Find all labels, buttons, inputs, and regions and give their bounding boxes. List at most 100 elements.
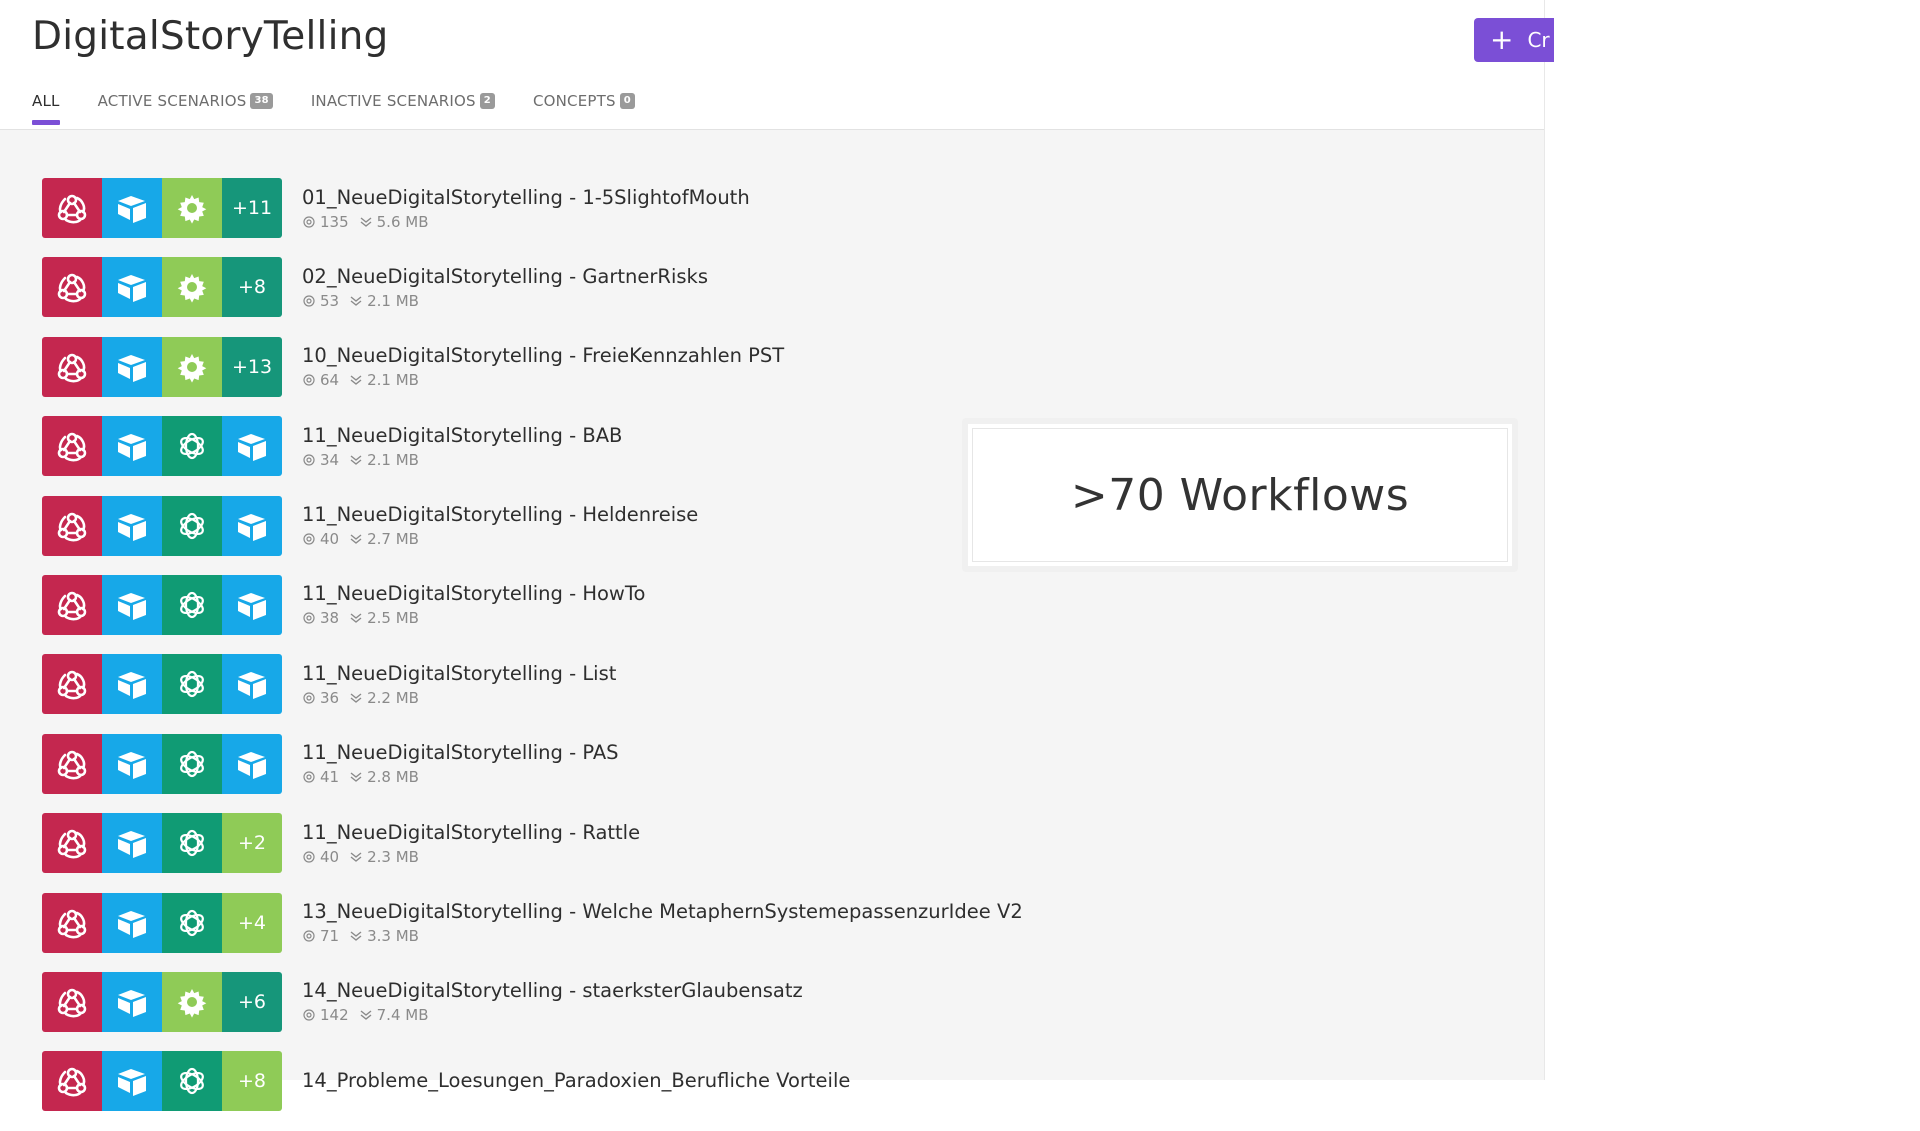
scenario-name[interactable]: 11_NeueDigitalStorytelling - Heldenreise <box>302 503 698 527</box>
app-icons-strip: +6 <box>42 971 282 1032</box>
scenario-info: 11_NeueDigitalStorytelling - Heldenreise… <box>302 503 698 548</box>
app-icons-strip: +11 <box>42 178 282 238</box>
data-size: 2.2 MB <box>367 688 419 707</box>
data-transfer-icon <box>350 613 362 624</box>
workflow-count-callout: >70 Workflows <box>962 418 1518 572</box>
app-icons-strip: +13 <box>42 336 282 397</box>
openai-icon <box>162 892 222 953</box>
airtable-icon <box>102 971 162 1032</box>
scenario-name[interactable]: 11_NeueDigitalStorytelling - BAB <box>302 424 622 448</box>
scenario-row[interactable]: +8 14_Probleme_Loesungen_Paradoxien_Beruf… <box>42 1051 1142 1112</box>
more-apps-count: +8 <box>222 257 282 318</box>
operations-count: 71 <box>320 927 340 946</box>
scenario-row[interactable]: +8 02_NeueDigitalStorytelling - GartnerRi… <box>42 257 1142 318</box>
operations-count: 36 <box>320 688 340 707</box>
operations-count: 40 <box>320 530 340 549</box>
scenario-name[interactable]: 11_NeueDigitalStorytelling - Rattle <box>302 821 640 845</box>
data-transfer-icon <box>350 534 362 544</box>
scenario-info: 11_NeueDigitalStorytelling - Rattle 40 2.3… <box>302 821 640 866</box>
operations-icon <box>303 692 315 704</box>
scenario-name[interactable]: 13_NeueDigitalStorytelling - Welche Meta… <box>302 900 1023 924</box>
create-scenario-button[interactable]: + Cr <box>1474 18 1554 62</box>
data-size: 2.7 MB <box>367 530 419 549</box>
operations-count: 41 <box>320 768 340 787</box>
airtable-icon <box>102 654 162 715</box>
scenario-info: 11_NeueDigitalStorytelling - List 36 2.2 M… <box>302 662 616 707</box>
header: DigitalStoryTelling + Cr ALL ACTIVE SCEN… <box>0 0 1554 130</box>
data-transfer-icon <box>350 455 362 465</box>
operations-icon <box>303 533 315 545</box>
more-apps-count: +2 <box>222 813 282 874</box>
operations-icon <box>303 454 315 466</box>
webhook-icon <box>42 336 102 397</box>
scenario-meta: 135 5.6 MB <box>302 213 750 231</box>
scenario-row[interactable]: 11_NeueDigitalStorytelling - PAS 41 2.8 MB <box>42 733 1142 794</box>
data-transfer-icon <box>350 931 362 941</box>
scenario-info: 10_NeueDigitalStorytelling - FreieKennza… <box>302 344 784 389</box>
airtable-icon <box>102 178 162 238</box>
scenario-row[interactable]: 11_NeueDigitalStorytelling - List 36 2.2 M… <box>42 654 1142 715</box>
operations-icon <box>303 851 315 863</box>
airtable-icon <box>102 813 162 874</box>
more-apps-count: +4 <box>222 892 282 953</box>
scenario-meta: 64 2.1 MB <box>302 371 784 389</box>
scenario-meta: 142 7.4 MB <box>302 1006 803 1024</box>
scenario-meta: 40 2.7 MB <box>302 530 698 548</box>
tools-icon <box>162 257 222 318</box>
data-transfer-icon <box>360 1010 372 1021</box>
scenario-info: 14_NeueDigitalStorytelling - staerksterG… <box>302 979 803 1024</box>
airtable-icon <box>222 733 282 794</box>
app-icons-strip: +4 <box>42 892 282 953</box>
scenario-name[interactable]: 10_NeueDigitalStorytelling - FreieKennza… <box>302 344 784 368</box>
app-icons-strip <box>42 574 282 635</box>
scenario-name[interactable]: 02_NeueDigitalStorytelling - GartnerRisk… <box>302 265 708 289</box>
scenario-row[interactable]: +6 14_NeueDigitalStorytelling - staerkste… <box>42 971 1142 1032</box>
scenario-name[interactable]: 11_NeueDigitalStorytelling - PAS <box>302 741 619 765</box>
operations-count: 135 <box>320 212 349 231</box>
count-badge: 38 <box>250 93 273 109</box>
tab-label: ALL <box>32 92 60 110</box>
callout-text: >70 Workflows <box>1070 469 1410 521</box>
scenario-row[interactable]: +2 11_NeueDigitalStorytelling - Rattle 40 2… <box>42 813 1142 874</box>
operations-count: 40 <box>320 847 340 866</box>
scenario-name[interactable]: 14_Probleme_Loesungen_Paradoxien_Berufli… <box>302 1069 850 1093</box>
tab-all[interactable]: ALL <box>32 92 60 125</box>
scenario-row[interactable]: +11 01_NeueDigitalStorytelling - 1-5Sligh… <box>42 178 1142 238</box>
scenario-name[interactable]: 01_NeueDigitalStorytelling - 1-5Slightof… <box>302 186 750 210</box>
airtable-icon <box>222 495 282 556</box>
webhook-icon <box>42 813 102 874</box>
webhook-icon <box>42 654 102 715</box>
scenario-meta: 53 2.1 MB <box>302 292 708 310</box>
tab-concepts[interactable]: CONCEPTS 0 <box>533 92 635 122</box>
tools-icon <box>162 336 222 397</box>
scenario-meta: 34 2.1 MB <box>302 451 622 469</box>
tab-bar: ALL ACTIVE SCENARIOS 38 INACTIVE SCENARI… <box>32 92 673 128</box>
openai-icon <box>162 733 222 794</box>
operations-count: 34 <box>320 450 340 469</box>
scenario-list: +11 01_NeueDigitalStorytelling - 1-5Sligh… <box>42 178 1142 1131</box>
operations-count: 142 <box>320 1006 349 1025</box>
openai-icon <box>162 416 222 477</box>
operations-icon <box>303 612 315 625</box>
data-size: 5.6 MB <box>376 212 429 231</box>
data-size: 2.1 MB <box>367 371 419 390</box>
webhook-icon <box>42 178 102 238</box>
scenario-row[interactable]: 11_NeueDigitalStorytelling - HowTo 38 2.5 … <box>42 574 1142 635</box>
scenario-row[interactable]: +4 13_NeueDigitalStorytelling - Welche Me… <box>42 892 1142 953</box>
create-button-label: Cr <box>1527 28 1550 52</box>
openai-icon <box>162 574 222 635</box>
operations-count: 53 <box>320 291 340 310</box>
openai-icon <box>162 654 222 715</box>
tab-active-scenarios[interactable]: ACTIVE SCENARIOS 38 <box>98 92 273 122</box>
data-transfer-icon <box>360 216 372 227</box>
operations-icon <box>303 295 315 307</box>
scenario-name[interactable]: 11_NeueDigitalStorytelling - List <box>302 662 616 686</box>
scenario-row[interactable]: +13 10_NeueDigitalStorytelling - FreieKen… <box>42 336 1142 397</box>
webhook-icon <box>42 971 102 1032</box>
scenario-info: 13_NeueDigitalStorytelling - Welche Meta… <box>302 900 1023 945</box>
tab-inactive-scenarios[interactable]: INACTIVE SCENARIOS 2 <box>311 92 495 122</box>
scenario-name[interactable]: 11_NeueDigitalStorytelling - HowTo <box>302 582 645 606</box>
count-badge: 0 <box>619 93 635 109</box>
scenario-meta: 71 3.3 MB <box>302 927 1023 945</box>
scenario-name[interactable]: 14_NeueDigitalStorytelling - staerksterG… <box>302 979 803 1003</box>
